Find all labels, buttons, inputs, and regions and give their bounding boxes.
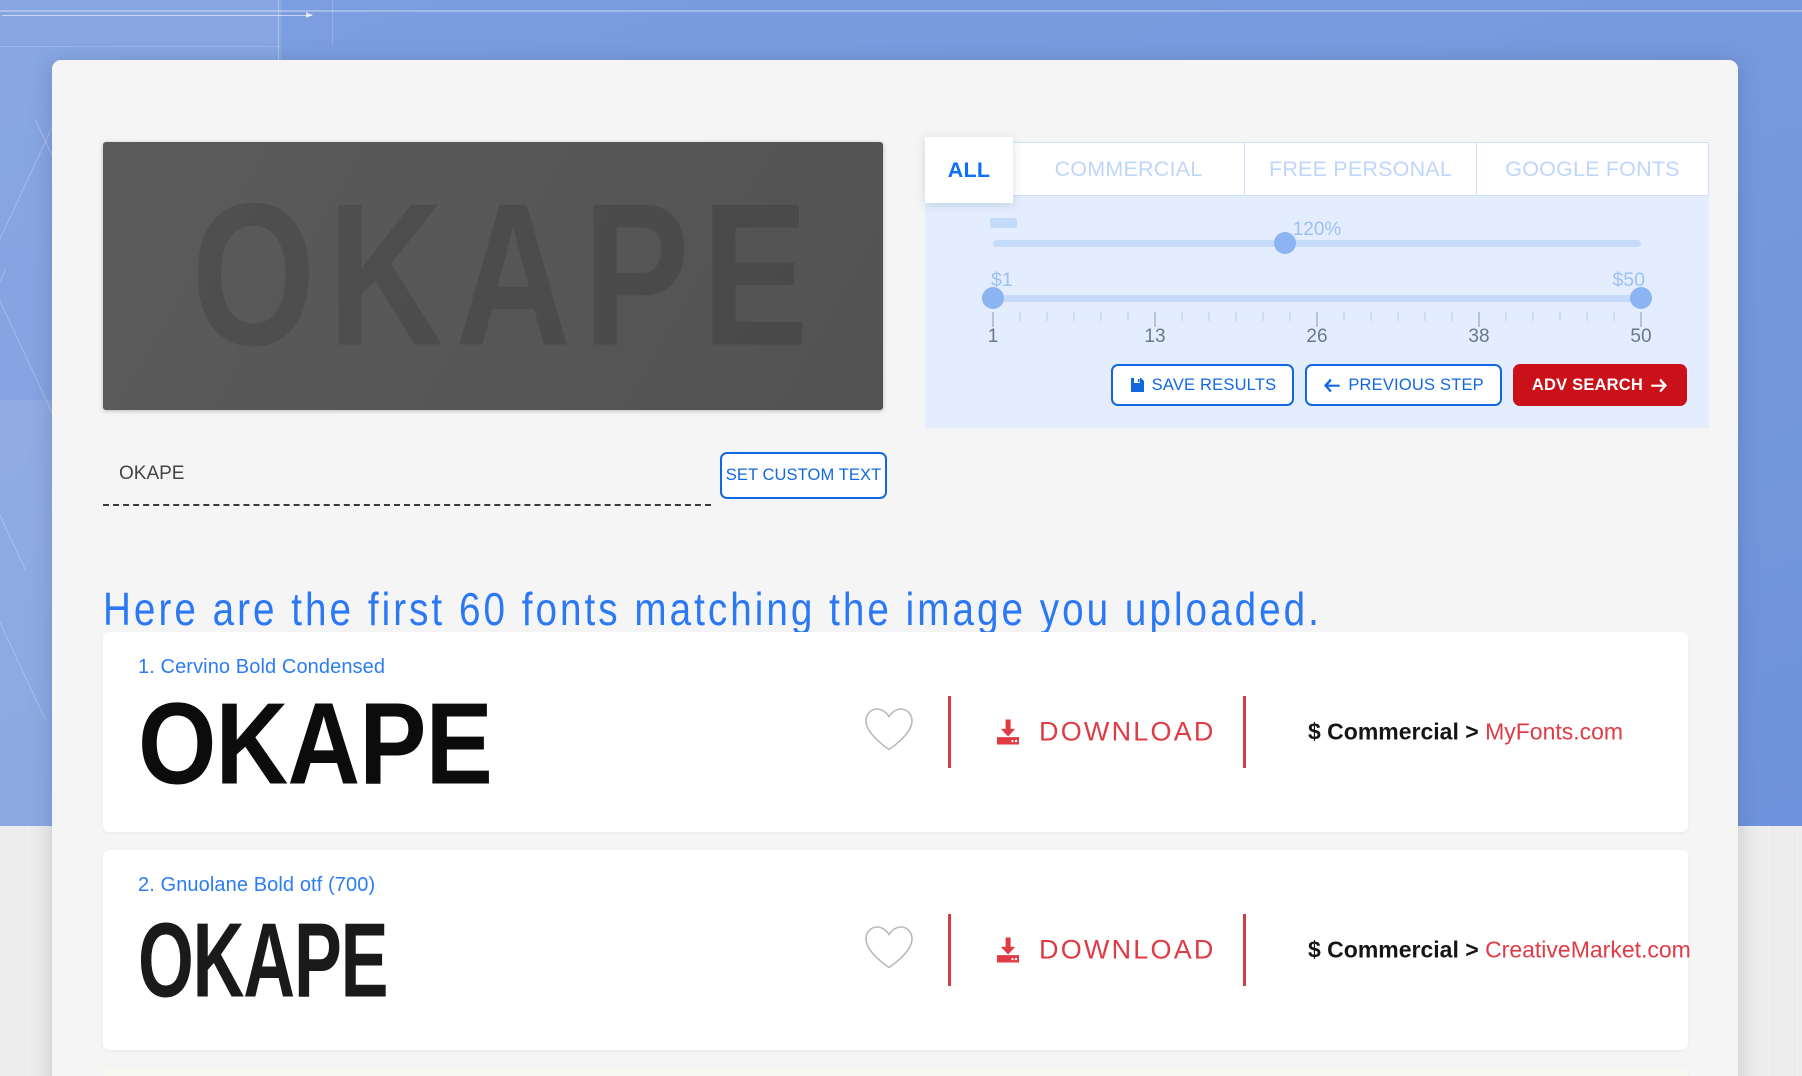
adv-search-label: ADV SEARCH xyxy=(1532,376,1643,395)
main-card: OKAPE SET CUSTOM TEXT ALL COMMERCIAL FRE… xyxy=(52,60,1738,1076)
bp-arrow-top xyxy=(2,15,312,16)
previous-step-button[interactable]: PREVIOUS STEP xyxy=(1305,364,1502,406)
license-prefix: $ Commercial > xyxy=(1308,937,1479,963)
bp-rule-a xyxy=(0,46,280,47)
adv-search-button[interactable]: ADV SEARCH xyxy=(1513,364,1687,406)
tab-free-personal[interactable]: FREE PERSONAL xyxy=(1245,142,1477,196)
price-labels: $1 $50 xyxy=(993,269,1641,293)
filter-tabs: ALL COMMERCIAL FREE PERSONAL GOOGLE FONT… xyxy=(925,142,1709,196)
license-site-link[interactable]: CreativeMarket.com xyxy=(1485,937,1691,963)
arrow-right-icon xyxy=(1650,378,1668,393)
bp-rule-v1 xyxy=(278,0,279,60)
tab-all[interactable]: ALL xyxy=(925,137,1013,203)
price-tick-38: 38 xyxy=(1468,326,1489,348)
price-slider-block: $1 $50 xyxy=(925,269,1709,350)
filter-panel: ALL COMMERCIAL FREE PERSONAL GOOGLE FONT… xyxy=(925,142,1709,428)
tab-commercial-label: COMMERCIAL xyxy=(1055,157,1203,182)
price-tick-13: 13 xyxy=(1144,326,1165,348)
divider-left xyxy=(948,914,951,986)
uploaded-image-preview: OKAPE xyxy=(103,142,883,410)
price-ticks xyxy=(993,312,1641,326)
license-info: $ Commercial > CreativeMarket.com xyxy=(1308,937,1691,964)
download-label: DOWNLOAD xyxy=(1039,935,1216,966)
price-tick-1: 1 xyxy=(988,326,999,348)
download-button[interactable]: DOWNLOAD xyxy=(993,717,1216,748)
custom-text-input[interactable] xyxy=(103,452,711,506)
price-tick-labels: 1 13 26 38 50 xyxy=(993,326,1641,350)
set-custom-text-button[interactable]: SET CUSTOM TEXT xyxy=(720,452,887,499)
divider-left xyxy=(948,696,951,768)
favorite-heart-icon[interactable] xyxy=(863,707,915,758)
size-slider-track[interactable] xyxy=(993,240,1641,247)
tab-google-fonts[interactable]: GOOGLE FONTS xyxy=(1477,142,1709,196)
tab-commercial[interactable]: COMMERCIAL xyxy=(1013,142,1245,196)
download-button[interactable]: DOWNLOAD xyxy=(993,935,1216,966)
license-prefix: $ Commercial > xyxy=(1308,719,1479,745)
filter-action-buttons: SAVE RESULTS PREVIOUS STEP ADV SEARCH xyxy=(925,350,1709,410)
arrow-left-icon xyxy=(1323,378,1341,393)
result-font-sample: OKAPE xyxy=(138,893,387,1029)
save-results-label: SAVE RESULTS xyxy=(1152,376,1277,395)
size-slider-block: 120% xyxy=(925,218,1709,247)
bp-rule-v2 xyxy=(332,0,333,46)
divider-right xyxy=(1243,914,1246,986)
save-results-button[interactable]: SAVE RESULTS xyxy=(1111,364,1295,406)
price-slider-knob-max[interactable] xyxy=(1630,287,1652,309)
divider-right xyxy=(1243,696,1246,768)
size-slider-knob[interactable] xyxy=(1274,232,1296,254)
result-row: 1. Cervino Bold Condensed OKAPE DOWNL xyxy=(103,632,1688,832)
previous-step-label: PREVIOUS STEP xyxy=(1348,376,1484,395)
license-info: $ Commercial > MyFonts.com xyxy=(1308,719,1623,746)
result-font-sample: OKAPE xyxy=(138,682,492,805)
filter-body: 120% $1 $50 xyxy=(925,196,1709,428)
download-icon xyxy=(993,717,1023,747)
results-heading: Here are the first 60 fonts matching the… xyxy=(103,582,1322,636)
save-icon xyxy=(1129,377,1145,393)
tab-free-personal-label: FREE PERSONAL xyxy=(1269,157,1452,182)
results-list: 1. Cervino Bold Condensed OKAPE DOWNL xyxy=(103,632,1688,1076)
top-section: OKAPE SET CUSTOM TEXT ALL COMMERCIAL FRE… xyxy=(52,60,1738,480)
set-custom-text-label: SET CUSTOM TEXT xyxy=(726,466,882,485)
price-slider-knob-min[interactable] xyxy=(982,287,1004,309)
price-tick-26: 26 xyxy=(1306,326,1327,348)
result-row xyxy=(103,1068,1688,1076)
tab-all-label: ALL xyxy=(948,158,990,183)
favorite-heart-icon[interactable] xyxy=(863,925,915,976)
bp-rule-top xyxy=(0,10,1802,12)
price-tick-50: 50 xyxy=(1630,326,1651,348)
license-site-link[interactable]: MyFonts.com xyxy=(1485,719,1623,745)
preview-overlay xyxy=(103,142,883,410)
download-label: DOWNLOAD xyxy=(1039,717,1216,748)
result-row: 2. Gnuolane Bold otf (700) OKAPE DOWN xyxy=(103,850,1688,1050)
custom-text-row: SET CUSTOM TEXT xyxy=(103,452,887,508)
price-slider-track[interactable] xyxy=(993,295,1641,302)
size-percent-label: 120% xyxy=(925,219,1709,241)
tab-google-fonts-label: GOOGLE FONTS xyxy=(1505,157,1679,182)
download-icon xyxy=(993,935,1023,965)
